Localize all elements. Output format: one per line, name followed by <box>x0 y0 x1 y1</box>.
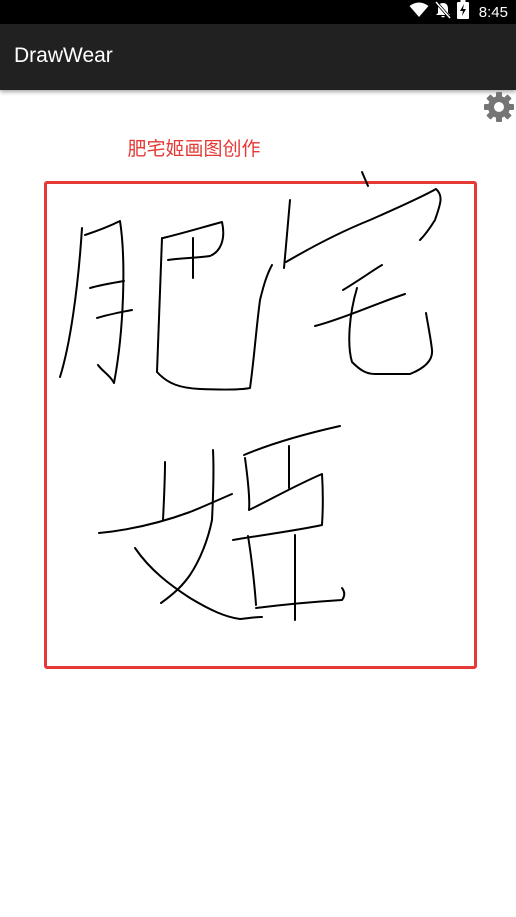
battery-charging-icon <box>456 0 469 24</box>
subtitle: 肥宅姬画图创作 <box>127 138 261 160</box>
screen: 8:45 DrawWear 肥宅姬画图创作 <box>0 0 516 917</box>
settings-button[interactable] <box>482 91 516 128</box>
mute-icon <box>434 0 451 24</box>
status-icons: 8:45 <box>409 0 508 24</box>
wifi-icon <box>409 2 429 23</box>
status-time: 8:45 <box>478 3 508 21</box>
drawing-canvas[interactable] <box>44 181 477 669</box>
app-title: DrawWear <box>14 44 113 67</box>
gear-icon <box>483 91 515 128</box>
status-bar: 8:45 <box>0 0 516 24</box>
app-bar: DrawWear <box>0 24 516 90</box>
